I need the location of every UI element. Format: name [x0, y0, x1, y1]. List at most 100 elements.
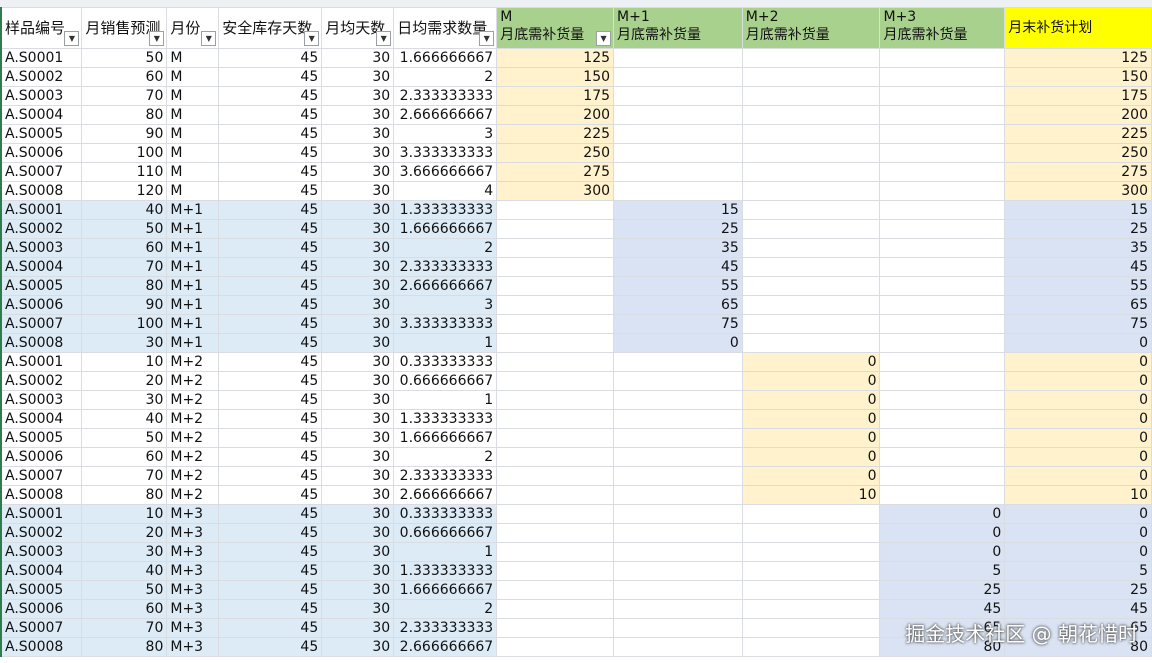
cell-forecast[interactable]: 70 — [81, 86, 168, 106]
cell-m-replenish[interactable] — [496, 504, 615, 524]
cell-month-days[interactable]: 30 — [321, 48, 395, 68]
cell-m3-replenish[interactable] — [879, 390, 1006, 410]
cell-safety-days[interactable]: 45 — [218, 352, 323, 372]
cell-month[interactable]: M+2 — [166, 466, 220, 486]
cell-forecast[interactable]: 40 — [81, 561, 168, 581]
cell-sample-id[interactable]: A.S0006 — [0, 295, 83, 315]
cell-daily-demand[interactable]: 2.333333333 — [393, 86, 498, 106]
cell-plan[interactable]: 0 — [1004, 466, 1152, 486]
cell-month-days[interactable]: 30 — [321, 257, 395, 277]
cell-month-days[interactable]: 30 — [321, 86, 395, 106]
cell-m-replenish[interactable] — [496, 276, 615, 296]
cell-month-days[interactable]: 30 — [321, 580, 395, 600]
header-month[interactable]: 月份 ▼ — [166, 7, 220, 49]
cell-forecast[interactable]: 100 — [81, 314, 168, 334]
cell-plan[interactable]: 0 — [1004, 542, 1152, 562]
cell-safety-days[interactable]: 45 — [218, 561, 323, 581]
cell-safety-days[interactable]: 45 — [218, 67, 323, 87]
cell-forecast[interactable]: 70 — [81, 466, 168, 486]
cell-month[interactable]: M+2 — [166, 390, 220, 410]
cell-m1-replenish[interactable] — [613, 599, 743, 619]
cell-plan[interactable]: 0 — [1004, 371, 1152, 391]
cell-safety-days[interactable]: 45 — [218, 162, 323, 182]
cell-safety-days[interactable]: 45 — [218, 637, 323, 657]
cell-month-days[interactable]: 30 — [321, 618, 395, 638]
cell-sample-id[interactable]: A.S0003 — [0, 238, 83, 258]
cell-sample-id[interactable]: A.S0008 — [0, 333, 83, 353]
cell-m-replenish[interactable] — [496, 447, 615, 467]
cell-safety-days[interactable]: 45 — [218, 618, 323, 638]
cell-daily-demand[interactable]: 2.666666667 — [393, 276, 498, 296]
header-safety-days[interactable]: 安全库存天数 ▼ — [218, 7, 323, 49]
cell-daily-demand[interactable]: 1.666666667 — [393, 219, 498, 239]
cell-m-replenish[interactable] — [496, 637, 615, 657]
cell-daily-demand[interactable]: 2.333333333 — [393, 257, 498, 277]
cell-forecast[interactable]: 80 — [81, 276, 168, 296]
cell-m-replenish[interactable] — [496, 390, 615, 410]
cell-daily-demand[interactable]: 1 — [393, 333, 498, 353]
cell-plan[interactable]: 35 — [1004, 238, 1152, 258]
header-sample-id[interactable]: 样品编号 ▼ — [0, 7, 83, 49]
cell-m3-replenish[interactable] — [879, 276, 1006, 296]
cell-safety-days[interactable]: 45 — [218, 143, 323, 163]
cell-safety-days[interactable]: 45 — [218, 428, 323, 448]
cell-forecast[interactable]: 40 — [81, 409, 168, 429]
cell-month[interactable]: M+1 — [166, 200, 220, 220]
cell-month[interactable]: M+3 — [166, 599, 220, 619]
cell-daily-demand[interactable]: 2 — [393, 238, 498, 258]
cell-safety-days[interactable]: 45 — [218, 181, 323, 201]
cell-m2-replenish[interactable] — [741, 314, 881, 334]
cell-m1-replenish[interactable] — [613, 181, 743, 201]
cell-safety-days[interactable]: 45 — [218, 542, 323, 562]
cell-daily-demand[interactable]: 0.333333333 — [393, 504, 498, 524]
cell-month[interactable]: M+3 — [166, 618, 220, 638]
cell-plan[interactable]: 0 — [1004, 333, 1152, 353]
cell-sample-id[interactable]: A.S0006 — [0, 143, 83, 163]
cell-forecast[interactable]: 10 — [81, 352, 168, 372]
cell-plan[interactable]: 225 — [1004, 124, 1152, 144]
cell-m2-replenish[interactable] — [741, 181, 881, 201]
cell-safety-days[interactable]: 45 — [218, 200, 323, 220]
cell-daily-demand[interactable]: 3.333333333 — [393, 143, 498, 163]
cell-forecast[interactable]: 100 — [81, 143, 168, 163]
cell-m-replenish[interactable]: 300 — [496, 181, 615, 201]
cell-safety-days[interactable]: 45 — [218, 485, 323, 505]
cell-plan[interactable]: 0 — [1004, 504, 1152, 524]
header-month-days[interactable]: 月均天数 ▼ — [321, 7, 395, 49]
cell-sample-id[interactable]: A.S0006 — [0, 599, 83, 619]
cell-month-days[interactable]: 30 — [321, 409, 395, 429]
cell-plan[interactable]: 65 — [1004, 295, 1152, 315]
cell-sample-id[interactable]: A.S0004 — [0, 257, 83, 277]
cell-forecast[interactable]: 110 — [81, 162, 168, 182]
cell-month-days[interactable]: 30 — [321, 124, 395, 144]
cell-daily-demand[interactable]: 2 — [393, 67, 498, 87]
cell-sample-id[interactable]: A.S0001 — [0, 48, 83, 68]
cell-m3-replenish[interactable] — [879, 333, 1006, 353]
cell-sample-id[interactable]: A.S0002 — [0, 523, 83, 543]
cell-m1-replenish[interactable] — [613, 466, 743, 486]
cell-month-days[interactable]: 30 — [321, 447, 395, 467]
cell-m-replenish[interactable] — [496, 428, 615, 448]
cell-daily-demand[interactable]: 2.333333333 — [393, 618, 498, 638]
cell-m-replenish[interactable]: 275 — [496, 162, 615, 182]
cell-safety-days[interactable]: 45 — [218, 447, 323, 467]
cell-forecast[interactable]: 80 — [81, 637, 168, 657]
cell-m1-replenish[interactable]: 0 — [613, 333, 743, 353]
cell-sample-id[interactable]: A.S0001 — [0, 200, 83, 220]
cell-plan[interactable]: 0 — [1004, 352, 1152, 372]
cell-m1-replenish[interactable] — [613, 428, 743, 448]
cell-month[interactable]: M+1 — [166, 276, 220, 296]
cell-m3-replenish[interactable] — [879, 238, 1006, 258]
header-m3-replenish[interactable]: M+3 月底需补货量 — [879, 7, 1006, 49]
cell-safety-days[interactable]: 45 — [218, 504, 323, 524]
cell-month-days[interactable]: 30 — [321, 390, 395, 410]
cell-m3-replenish[interactable] — [879, 181, 1006, 201]
cell-month[interactable]: M — [166, 48, 220, 68]
cell-month[interactable]: M — [166, 143, 220, 163]
cell-safety-days[interactable]: 45 — [218, 466, 323, 486]
cell-m3-replenish[interactable] — [879, 371, 1006, 391]
cell-m1-replenish[interactable] — [613, 48, 743, 68]
cell-m2-replenish[interactable] — [741, 542, 881, 562]
cell-plan[interactable]: 0 — [1004, 447, 1152, 467]
cell-month-days[interactable]: 30 — [321, 523, 395, 543]
